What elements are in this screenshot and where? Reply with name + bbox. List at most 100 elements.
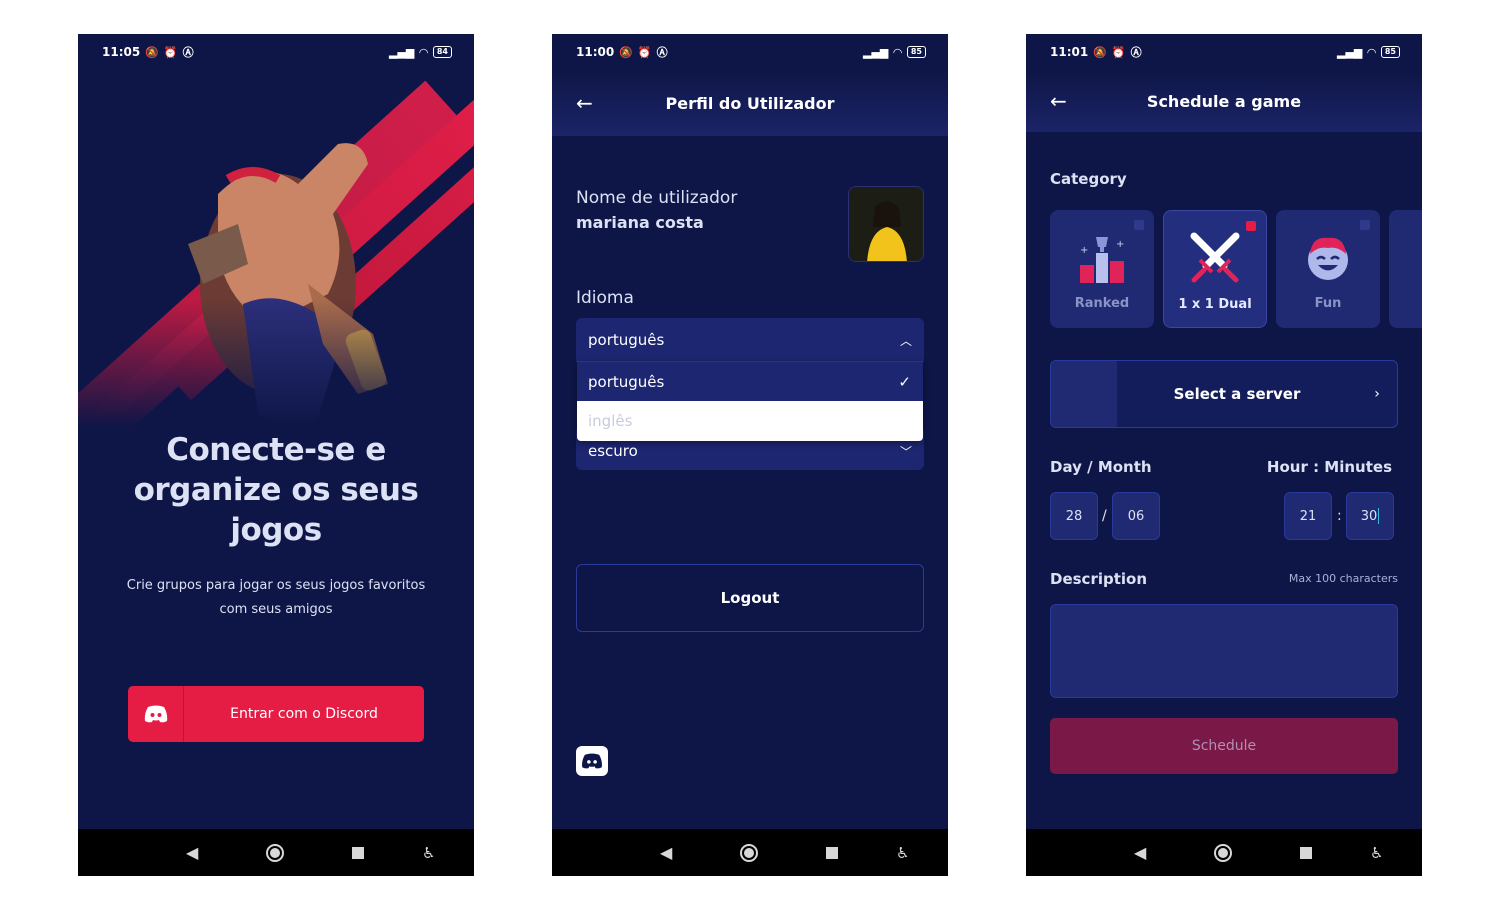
battery-icon: 85 <box>1380 46 1400 58</box>
subheadline: Crie grupos para jogar os seus jogos fav… <box>126 578 426 617</box>
laughing-face-icon <box>1302 230 1354 286</box>
schedule-screen: 11:01 🔕 ⏰ Ⓐ ▂▄▆ ◠ 85 ← Schedule a game C… <box>1026 34 1422 876</box>
username-value: mariana costa <box>576 213 704 232</box>
status-time: 11:00 <box>576 45 615 59</box>
podium-icon: + + <box>1076 230 1128 286</box>
page-title: Schedule a game <box>1146 91 1302 111</box>
wifi-icon: ◠ <box>419 45 428 59</box>
check-icon: ✓ <box>898 372 911 391</box>
app-notification-icon: Ⓐ <box>182 46 194 59</box>
mute-icon: 🔕 <box>145 45 159 59</box>
status-bar: 11:00 🔕 ⏰ Ⓐ ▂▄▆ ◠ 85 <box>552 34 948 70</box>
language-option-ingles[interactable]: inglês <box>577 401 923 441</box>
category-label-text: Fun <box>1314 296 1342 311</box>
category-checkbox <box>1134 220 1144 230</box>
login-screen: 11:05 🔕 ⏰ Ⓐ ▂▄▆ ◠ 84 Conecte-se e organi… <box>78 34 474 876</box>
app-notification-icon: Ⓐ <box>656 46 668 59</box>
option-label: inglês <box>588 412 633 430</box>
language-select-value: português <box>588 331 665 349</box>
text-cursor <box>1378 508 1380 524</box>
hour-minutes-label: Hour : Minutes <box>1266 458 1392 476</box>
select-server-button[interactable]: Select a server › <box>1050 360 1398 428</box>
back-arrow-icon[interactable]: ← <box>576 92 593 114</box>
hero-illustration <box>78 70 474 440</box>
discord-icon <box>128 686 184 742</box>
schedule-button[interactable]: Schedule <box>1050 718 1398 774</box>
category-icon <box>1415 230 1422 286</box>
minutes-value: 30 <box>1360 508 1378 524</box>
status-bar: 11:01 🔕 ⏰ Ⓐ ▂▄▆ ◠ 85 <box>1026 34 1422 70</box>
discord-login-button[interactable]: Entrar com o Discord <box>128 686 424 742</box>
battery-icon: 84 <box>432 46 452 58</box>
svg-text:+: + <box>1080 245 1088 256</box>
accessibility-icon[interactable]: ♿ <box>1370 845 1383 861</box>
back-arrow-icon[interactable]: ← <box>1050 90 1067 112</box>
description-textarea[interactable] <box>1050 604 1398 698</box>
nav-recents-icon[interactable] <box>1300 846 1312 859</box>
page-title: Perfil do Utilizador <box>665 93 835 113</box>
date-separator: / <box>1102 508 1107 524</box>
profile-screen: 11:00 🔕 ⏰ Ⓐ ▂▄▆ ◠ 85 ← Perfil do Utiliza… <box>552 34 948 876</box>
nav-home-icon[interactable] <box>266 843 284 862</box>
logout-button[interactable]: Logout <box>576 564 924 632</box>
headline: Conecte-se e organize os seus jogos <box>133 432 419 548</box>
android-nav-bar: ◀ ♿ <box>1026 829 1422 876</box>
chevron-right-icon: › <box>1374 386 1380 402</box>
nav-home-icon[interactable] <box>740 843 758 862</box>
category-label-text: 1 x 1 Dual <box>1178 297 1252 312</box>
time-separator: : <box>1337 508 1342 524</box>
status-time: 11:01 <box>1050 45 1089 59</box>
battery-icon: 85 <box>906 46 926 58</box>
day-month-label: Day / Month <box>1050 458 1152 476</box>
category-carousel[interactable]: ++ Ranked 1 x 1 Dual Fun T <box>1050 210 1422 328</box>
status-bar: 11:05 🔕 ⏰ Ⓐ ▂▄▆ ◠ 84 <box>78 34 474 70</box>
status-time: 11:05 <box>102 45 141 59</box>
accessibility-icon[interactable]: ♿ <box>896 845 909 861</box>
signal-icon: ▂▄▆ <box>389 45 415 59</box>
nav-back-icon[interactable]: ◀ <box>660 844 672 861</box>
category-card-ranked[interactable]: + + Ranked <box>1050 210 1154 328</box>
day-input[interactable]: 28 <box>1050 492 1098 540</box>
nav-recents-icon[interactable] <box>352 846 364 859</box>
signal-icon: ▂▄▆ <box>863 45 889 59</box>
description-hint: Max 100 characters <box>1288 572 1398 585</box>
mute-icon: 🔕 <box>1093 45 1107 59</box>
discord-login-label: Entrar com o Discord <box>230 706 378 722</box>
category-checkbox <box>1360 220 1370 230</box>
nav-back-icon[interactable]: ◀ <box>1134 844 1146 861</box>
app-bar: ← Perfil do Utilizador <box>552 70 948 136</box>
nav-recents-icon[interactable] <box>826 846 838 859</box>
alarm-icon: ⏰ <box>1111 45 1126 59</box>
select-server-label: Select a server <box>1173 385 1301 403</box>
app-notification-icon: Ⓐ <box>1130 46 1142 59</box>
mute-icon: 🔕 <box>619 45 633 59</box>
crossed-swords-icon <box>1188 231 1242 287</box>
category-checkbox <box>1246 221 1256 231</box>
category-card-fun[interactable]: Fun <box>1276 210 1380 328</box>
alarm-icon: ⏰ <box>637 45 652 59</box>
chevron-up-icon: ︿ <box>899 333 912 348</box>
svg-text:+: + <box>1116 239 1124 250</box>
option-label: português <box>588 372 665 391</box>
language-select[interactable]: português ︿ <box>576 318 924 362</box>
nav-back-icon[interactable]: ◀ <box>186 844 198 861</box>
avatar[interactable] <box>848 186 924 262</box>
language-label: Idioma <box>576 288 634 308</box>
server-thumbnail <box>1051 361 1117 427</box>
wifi-icon: ◠ <box>1367 45 1376 59</box>
nav-home-icon[interactable] <box>1214 843 1232 862</box>
hour-input[interactable]: 21 <box>1284 492 1332 540</box>
category-card-dual[interactable]: 1 x 1 Dual <box>1163 210 1267 328</box>
category-card-partial[interactable]: T <box>1389 210 1422 328</box>
minutes-input[interactable]: 30 <box>1346 492 1394 540</box>
accessibility-icon[interactable]: ♿ <box>422 845 435 861</box>
android-nav-bar: ◀ ♿ <box>552 829 948 876</box>
language-dropdown: português ✓ inglês <box>577 361 923 441</box>
category-label: Category <box>1050 170 1127 188</box>
theme-select-value: escuro <box>588 442 638 460</box>
month-input[interactable]: 06 <box>1112 492 1160 540</box>
discord-icon[interactable] <box>576 746 608 776</box>
android-nav-bar: ◀ ♿ <box>78 829 474 876</box>
language-option-portugues[interactable]: português ✓ <box>577 361 923 401</box>
wifi-icon: ◠ <box>893 45 902 59</box>
